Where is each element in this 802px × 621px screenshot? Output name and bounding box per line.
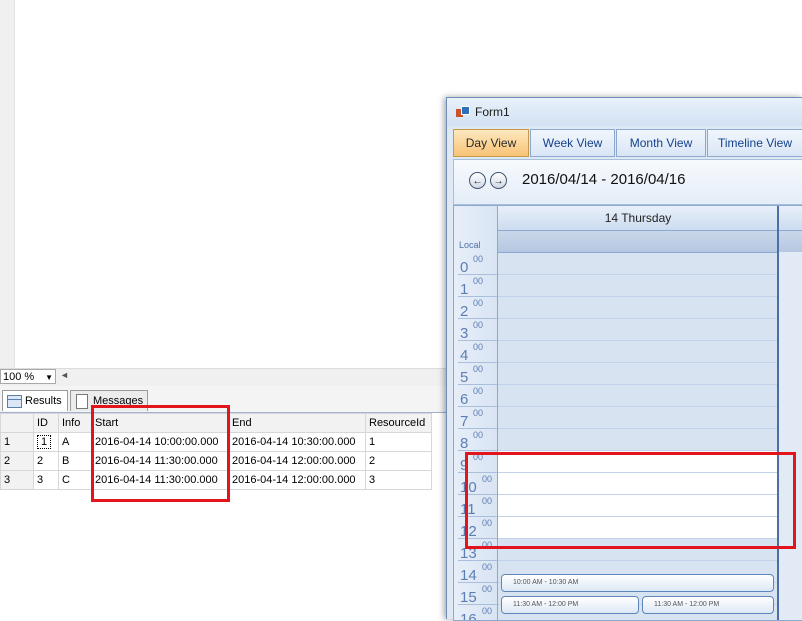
tab-week-view[interactable]: Week View (530, 129, 615, 157)
hour-number: 16 (460, 611, 477, 621)
tab-timeline-view[interactable]: Timeline View (707, 129, 802, 157)
cell-id-value: 1 (37, 435, 52, 449)
time-slot[interactable] (498, 319, 778, 341)
cell-resourceid[interactable]: 2 (365, 451, 432, 471)
app-icon (456, 106, 470, 118)
hour-label: 3 00 (454, 319, 497, 342)
hour-label: 4 00 (454, 341, 497, 364)
scheduler-day-view[interactable]: Local 0 00 1 00 2 00 3 00 4 00 5 00 6 00 7 00 8 00 9 00 10 00… (453, 205, 802, 621)
hour-label: 15 00 (454, 583, 497, 606)
chevron-down-icon: ▼ (45, 373, 53, 382)
hour-minutes: 00 (473, 386, 484, 396)
row-number[interactable]: 1 (0, 432, 34, 452)
hour-minutes: 00 (482, 584, 493, 594)
hour-label: 7 00 (454, 407, 497, 430)
highlight-box-start-column (91, 405, 230, 502)
column-header-resourceid[interactable]: ResourceId (365, 413, 432, 433)
cell-id[interactable]: 1 (33, 432, 59, 452)
date-range-label: 2016/04/14 - 2016/04/16 (522, 171, 686, 188)
document-icon (76, 394, 88, 409)
column-header-id[interactable]: ID (33, 413, 59, 433)
hour-label: 2 00 (454, 297, 497, 320)
tab-label: Week View (542, 136, 603, 150)
hour-minutes: 00 (473, 408, 484, 418)
time-slot[interactable] (498, 275, 778, 297)
hour-minutes: 00 (473, 320, 484, 330)
hour-label: 1 00 (454, 275, 497, 298)
time-slot[interactable] (498, 429, 778, 451)
hour-label: 14 00 (454, 561, 497, 584)
hour-minutes: 00 (482, 606, 493, 616)
tab-label: Timeline View (717, 136, 793, 150)
window-title: Form1 (475, 105, 510, 119)
tab-label: Month View (629, 136, 693, 150)
row-number[interactable]: 2 (0, 451, 34, 471)
cell-id[interactable]: 3 (33, 470, 59, 490)
time-slot[interactable] (498, 297, 778, 319)
hour-minutes: 00 (473, 364, 484, 374)
hour-label: 6 00 (454, 385, 497, 408)
cell-resourceid[interactable]: 3 (365, 470, 432, 490)
date-navigation-bar: ← → 2016/04/14 - 2016/04/16 (453, 159, 802, 205)
time-slot[interactable] (498, 385, 778, 407)
previous-arrow-icon[interactable]: ← (469, 172, 486, 189)
highlight-box-appointments (465, 452, 796, 549)
time-slot[interactable] (498, 341, 778, 363)
title-bar[interactable]: Form1 (447, 98, 802, 126)
hour-minutes: 00 (473, 298, 484, 308)
time-slot[interactable] (498, 407, 778, 429)
cell-info[interactable]: C (58, 470, 92, 490)
next-day-all-day-area (779, 231, 802, 252)
editor-gutter (0, 0, 15, 368)
hour-label: 5 00 (454, 363, 497, 386)
scroll-left-icon[interactable]: ◄ (60, 370, 69, 380)
tab-month-view[interactable]: Month View (616, 129, 706, 157)
time-slot[interactable] (498, 363, 778, 385)
appointment[interactable]: 11:30 AM - 12:00 PM (642, 596, 774, 614)
hour-minutes: 00 (473, 254, 484, 264)
hour-minutes: 00 (473, 430, 484, 440)
tab-results-label: Results (25, 395, 62, 407)
column-header-end[interactable]: End (228, 413, 366, 433)
day-column-header[interactable]: 14 Thursday (498, 206, 778, 231)
row-number[interactable]: 3 (0, 470, 34, 490)
hour-label: 8 00 (454, 429, 497, 452)
hour-minutes: 00 (473, 342, 484, 352)
appointment[interactable]: 10:00 AM - 10:30 AM (501, 574, 774, 592)
cell-end[interactable]: 2016-04-14 12:00:00.000 (228, 451, 366, 471)
time-zone-label: Local (459, 240, 481, 250)
grid-icon (7, 395, 22, 408)
column-header-rownum (0, 413, 34, 433)
next-arrow-icon[interactable]: → (490, 172, 507, 189)
tab-day-view[interactable]: Day View (453, 129, 529, 157)
hour-label: 16 00 (454, 605, 497, 621)
zoom-value: 100 % (3, 371, 35, 383)
cell-end[interactable]: 2016-04-14 12:00:00.000 (228, 470, 366, 490)
hour-minutes: 00 (473, 276, 484, 286)
time-ruler: Local 0 00 1 00 2 00 3 00 4 00 5 00 6 00 7 00 8 00 9 00 10 00… (454, 206, 498, 620)
cell-info[interactable]: B (58, 451, 92, 471)
day-time-cells[interactable] (498, 253, 778, 620)
tab-results[interactable]: Results (2, 390, 68, 411)
cell-id[interactable]: 2 (33, 451, 59, 471)
hour-label: 0 00 (454, 253, 497, 276)
all-day-area[interactable] (498, 231, 778, 253)
next-day-column[interactable] (779, 206, 802, 620)
cell-resourceid[interactable]: 1 (365, 432, 432, 452)
cell-end[interactable]: 2016-04-14 10:30:00.000 (228, 432, 366, 452)
zoom-dropdown[interactable]: 100 % ▼ (0, 369, 56, 384)
column-header-info[interactable]: Info (58, 413, 92, 433)
appointment[interactable]: 11:30 AM - 12:00 PM (501, 596, 639, 614)
next-day-header (779, 206, 802, 231)
cell-info[interactable]: A (58, 432, 92, 452)
tab-label: Day View (465, 136, 517, 150)
hour-minutes: 00 (482, 562, 493, 572)
time-slot[interactable] (498, 253, 778, 275)
